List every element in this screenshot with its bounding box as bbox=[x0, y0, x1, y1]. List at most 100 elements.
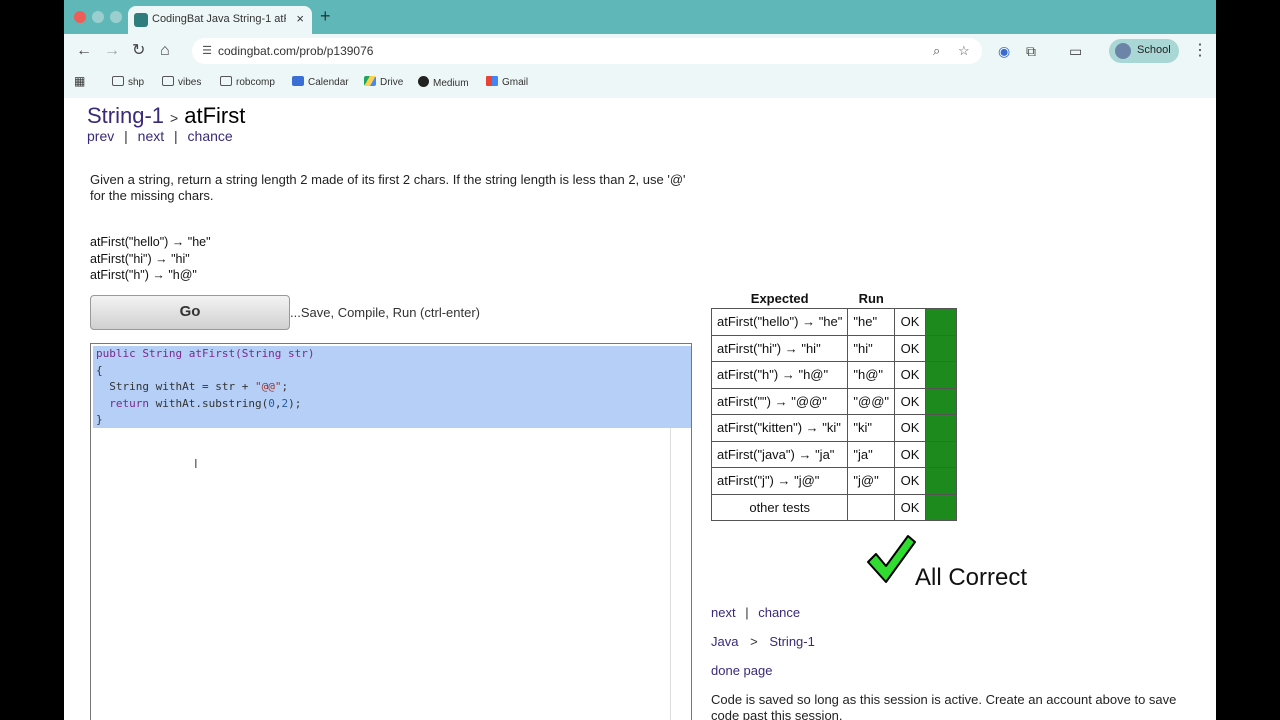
next-link[interactable]: next bbox=[138, 128, 164, 144]
folder-icon bbox=[162, 76, 174, 86]
zoom-icon[interactable]: ⌕ bbox=[933, 43, 940, 59]
code-text: String withAt = str + bbox=[96, 380, 255, 393]
side-panel-icon[interactable]: ▭ bbox=[1069, 42, 1082, 60]
bookmark-label: vibes bbox=[178, 77, 202, 88]
url-text[interactable]: codingbat.com/prob/p139076 bbox=[218, 44, 373, 58]
bookmark-label: Medium bbox=[433, 78, 469, 89]
nav-separator: | bbox=[745, 605, 749, 620]
page-content: String-1 > atFirst prev | next | chance Gi… bbox=[64, 98, 1216, 720]
pass-indicator bbox=[925, 308, 958, 336]
table-row: atFirst("j") → "j@" "j@" OK bbox=[710, 467, 958, 495]
status-cell: OK bbox=[894, 467, 927, 495]
close-window-button[interactable] bbox=[74, 11, 86, 23]
footer-chance-link[interactable]: chance bbox=[758, 605, 800, 620]
table-row: atFirst("java") → "ja" "ja" OK bbox=[710, 440, 958, 468]
code-keyword: return bbox=[96, 396, 149, 410]
prev-link[interactable]: prev bbox=[87, 128, 114, 144]
run-cell: "he" bbox=[847, 308, 896, 336]
calendar-icon bbox=[292, 76, 304, 86]
code-line: String withAt = str + "@@"; bbox=[96, 379, 288, 396]
run-cell: "hi" bbox=[847, 334, 896, 362]
code-text: withAt.substring( bbox=[148, 396, 269, 410]
editor-scrollbar[interactable] bbox=[670, 428, 691, 720]
expected-cell: atFirst("h") → "h@" bbox=[710, 361, 849, 389]
code-line: public String atFirst(String str) bbox=[96, 346, 315, 363]
maximize-window-button[interactable] bbox=[110, 11, 122, 23]
avatar bbox=[1115, 43, 1131, 59]
done-page-link[interactable]: done page bbox=[711, 663, 772, 678]
profile-button[interactable]: School bbox=[1109, 39, 1179, 63]
table-row: atFirst("hello") → "he" "he" OK bbox=[710, 308, 958, 336]
status-cell: OK bbox=[894, 387, 927, 415]
new-tab-button[interactable]: + bbox=[320, 6, 331, 26]
breadcrumb-separator: > bbox=[750, 634, 758, 649]
code-number: 0 bbox=[268, 396, 275, 410]
expected-cell: atFirst("j") → "j@" bbox=[710, 467, 849, 495]
more-menu-icon[interactable]: ⋮ bbox=[1192, 42, 1208, 60]
go-button[interactable]: Go bbox=[90, 295, 290, 330]
results-header: Expected Run bbox=[712, 291, 957, 309]
bookmark-shp[interactable]: shp bbox=[112, 76, 144, 88]
folder-icon bbox=[220, 76, 232, 86]
table-row: atFirst("hi") → "hi" "hi" OK bbox=[710, 334, 958, 362]
string1-link[interactable]: String-1 bbox=[769, 634, 815, 649]
page-title: atFirst bbox=[184, 103, 246, 128]
pass-indicator bbox=[925, 493, 958, 521]
code-line: return withAt.substring(0,2); bbox=[96, 396, 301, 413]
status-cell: OK bbox=[894, 493, 927, 521]
bookmark-calendar[interactable]: Calendar bbox=[292, 76, 349, 88]
browser-tab[interactable]: CodingBat Java String-1 atFirst × bbox=[128, 6, 312, 34]
address-bar[interactable]: ☰ codingbat.com/prob/p139076 ⌕ ☆ bbox=[192, 38, 982, 64]
forward-arrow-icon[interactable]: → bbox=[104, 42, 120, 60]
back-arrow-icon[interactable]: ← bbox=[76, 42, 92, 60]
tab-title: CodingBat Java String-1 atFirst bbox=[152, 13, 286, 25]
code-text: ); bbox=[288, 396, 302, 410]
folder-icon bbox=[112, 76, 124, 86]
chance-link[interactable]: chance bbox=[188, 128, 233, 144]
site-info-icon[interactable]: ☰ bbox=[200, 44, 214, 58]
expected-cell: atFirst("hello") → "he" bbox=[710, 308, 849, 336]
footer-next-link[interactable]: next bbox=[711, 605, 736, 620]
apps-grid-icon[interactable]: ▦ bbox=[74, 74, 85, 88]
breadcrumb-section-link[interactable]: String-1 bbox=[87, 103, 164, 128]
all-correct-message: All Correct bbox=[915, 564, 1028, 591]
medium-icon bbox=[418, 76, 429, 87]
bookmark-gmail[interactable]: Gmail bbox=[486, 76, 528, 88]
bookmark-star-icon[interactable]: ☆ bbox=[958, 43, 970, 59]
pass-indicator bbox=[925, 334, 958, 362]
go-hint: ...Save, Compile, Run (ctrl-enter) bbox=[290, 305, 481, 320]
expected-cell: other tests bbox=[710, 493, 849, 521]
footer-breadcrumb: Java > String-1 bbox=[711, 634, 815, 649]
text-cursor-icon: I bbox=[194, 456, 198, 471]
bookmark-drive[interactable]: Drive bbox=[364, 76, 403, 88]
profile-label: School bbox=[1137, 44, 1171, 56]
minimize-window-button[interactable] bbox=[92, 11, 104, 23]
header-expected: Expected bbox=[750, 291, 809, 306]
code-selection[interactable]: public String atFirst(String str) { Stri… bbox=[93, 346, 691, 428]
home-icon[interactable]: ⌂ bbox=[160, 42, 170, 60]
status-cell: OK bbox=[894, 361, 927, 389]
java-link[interactable]: Java bbox=[711, 634, 738, 649]
session-note: Code is saved so long as this session is… bbox=[711, 692, 1177, 720]
reload-icon[interactable]: ↻ bbox=[132, 42, 145, 60]
expected-cell: atFirst("kitten") → "ki" bbox=[710, 414, 849, 442]
codingbat-favicon-icon bbox=[134, 13, 148, 27]
example-line: atFirst("hello") → "he" bbox=[90, 235, 211, 249]
pass-indicator bbox=[925, 440, 958, 468]
problem-description: Given a string, return a string length 2… bbox=[90, 172, 686, 203]
bookmark-medium[interactable]: Medium bbox=[418, 76, 469, 89]
status-cell: OK bbox=[894, 414, 927, 442]
extensions-puzzle-icon[interactable]: ⧉ bbox=[1026, 42, 1036, 60]
bookmark-label: Gmail bbox=[502, 77, 529, 88]
gmail-icon bbox=[486, 76, 498, 86]
run-cell: "h@" bbox=[847, 361, 896, 389]
bookmark-vibes[interactable]: vibes bbox=[162, 76, 201, 88]
tab-close-icon[interactable]: × bbox=[296, 11, 304, 27]
bookmark-label: robcomp bbox=[236, 77, 275, 88]
bookmark-robcomp[interactable]: robcomp bbox=[220, 76, 275, 88]
status-cell: OK bbox=[894, 308, 927, 336]
header-run: Run bbox=[858, 291, 884, 306]
results-table: Expected Run atFirst("hello") → "he" "he"… bbox=[710, 291, 958, 521]
extension-pin-icon[interactable]: ◉ bbox=[998, 42, 1010, 60]
code-editor[interactable]: public String atFirst(String str) { Stri… bbox=[90, 343, 692, 720]
